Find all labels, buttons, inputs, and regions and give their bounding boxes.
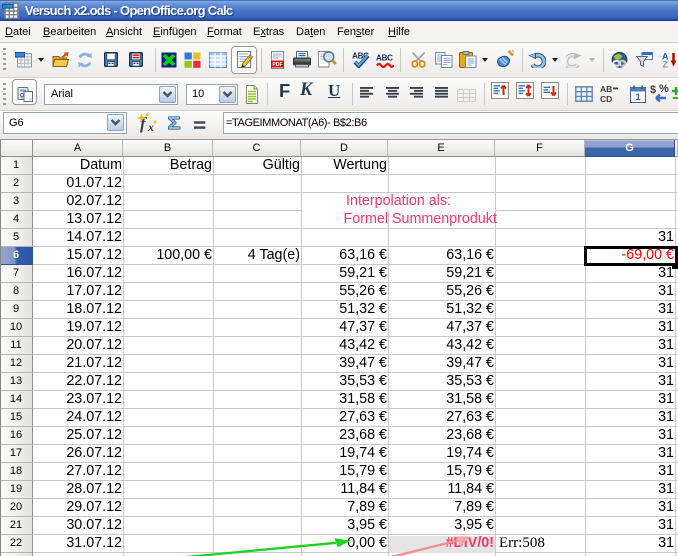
svg-text:ABC: ABC — [376, 54, 393, 63]
svg-text:1: 1 — [635, 92, 641, 103]
svg-text:PDF: PDF — [272, 62, 282, 68]
svg-text:AB: AB — [600, 84, 612, 94]
svg-text:%: % — [659, 83, 669, 95]
svg-text:CD: CD — [600, 94, 612, 104]
svg-text:$: $ — [650, 84, 656, 96]
svg-text:Σ: Σ — [168, 115, 181, 133]
svg-text:Z: Z — [663, 60, 669, 69]
